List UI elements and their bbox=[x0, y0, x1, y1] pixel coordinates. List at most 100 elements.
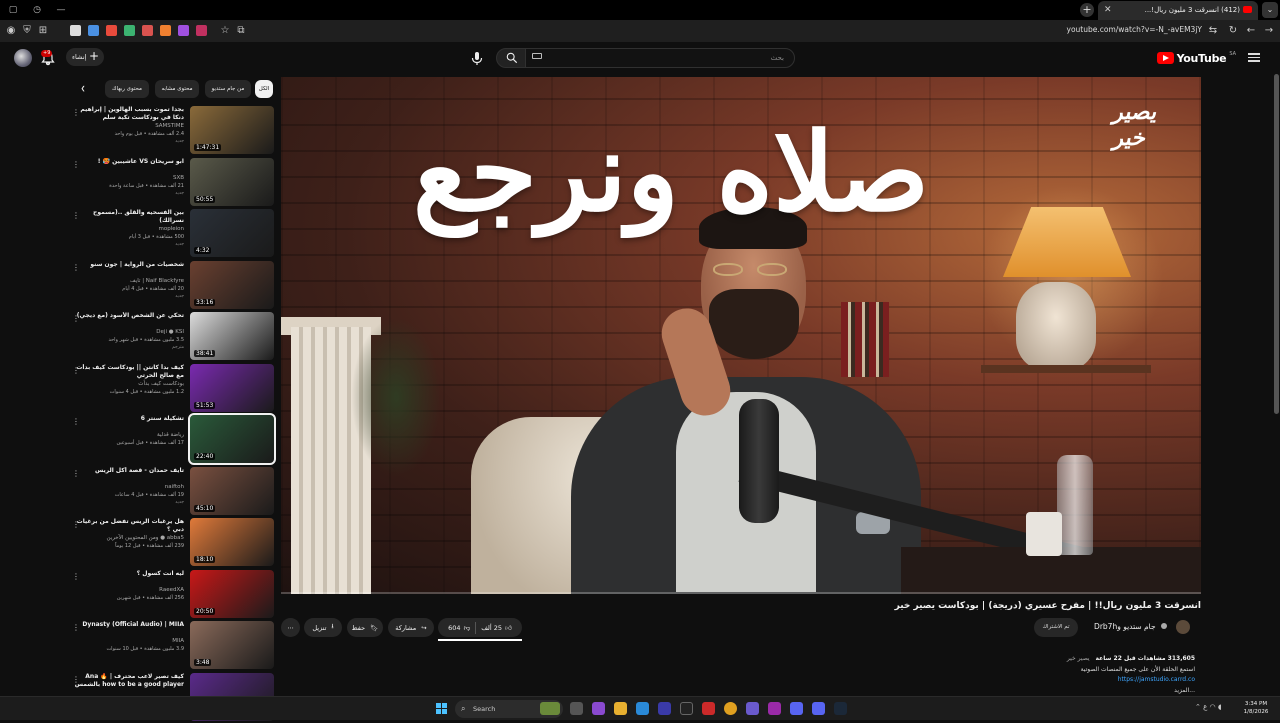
recommendation-item[interactable]: 3:48 Dynasty (Official Audio) | MIIA MII… bbox=[70, 621, 274, 671]
chrome-icon[interactable] bbox=[724, 702, 737, 715]
recommendation-thumbnail[interactable]: 4:32 bbox=[190, 209, 274, 257]
recommendation-title[interactable]: بجدا تموت بسبب الهالوين | إبراهيم دنكا ف… bbox=[74, 106, 184, 122]
app-icon-1[interactable] bbox=[680, 702, 693, 715]
description-tag[interactable]: يصير خير bbox=[1067, 655, 1090, 662]
recommendation-thumbnail[interactable]: 33:16 bbox=[190, 260, 274, 309]
app-icon-2[interactable] bbox=[702, 702, 715, 715]
recommendation-channel[interactable]: Naif Blackfyre | تايف bbox=[74, 278, 184, 284]
screenshot-icon[interactable]: ⧉ bbox=[234, 24, 248, 38]
kebab-menu-icon[interactable]: ⋮ bbox=[72, 623, 80, 633]
kebab-menu-icon[interactable]: ⋮ bbox=[72, 160, 80, 170]
create-button[interactable]: + إنشاء bbox=[66, 48, 104, 66]
profile-icon[interactable]: ◉ bbox=[4, 24, 18, 38]
tab-close-icon[interactable]: ✕ bbox=[1104, 5, 1112, 15]
shield-icon[interactable]: ⛨ bbox=[20, 24, 34, 38]
file-explorer-icon[interactable] bbox=[614, 702, 627, 715]
kebab-menu-icon[interactable]: ⋮ bbox=[72, 366, 80, 376]
extension-icon-7[interactable] bbox=[178, 25, 189, 36]
extension-icon-2[interactable] bbox=[88, 25, 99, 36]
recommendation-item[interactable]: 51:53 كيف بدأ كانتن || بودكاست كيف بدأت … bbox=[70, 363, 274, 414]
more-actions-button[interactable]: ⋯ bbox=[281, 618, 300, 637]
star-icon[interactable]: ☆ bbox=[218, 24, 232, 38]
chip-related[interactable]: محتوى مشابه bbox=[155, 80, 199, 98]
recommendation-channel[interactable]: Deji ● KSI bbox=[74, 329, 184, 335]
microphone-icon[interactable] bbox=[467, 48, 487, 68]
tab-list-chevron-icon[interactable]: ⌄ bbox=[1262, 2, 1278, 18]
hamburger-menu-icon[interactable] bbox=[1248, 51, 1260, 63]
recommendation-item[interactable]: 20:50 ليه انت كسول ؟ RaeedXA 256 ألف مشا… bbox=[70, 569, 274, 620]
description-box[interactable]: 313,605 مشاهدات قبل 22 ساعة يصير خير است… bbox=[895, 654, 1195, 696]
kebab-menu-icon[interactable]: ⋮ bbox=[72, 469, 80, 479]
channel-name[interactable]: جام ستديو وDrb7h bbox=[1094, 622, 1167, 631]
kebab-menu-icon[interactable]: ⋮ bbox=[72, 263, 80, 273]
forward-icon[interactable]: → bbox=[1262, 24, 1276, 38]
recommendation-thumbnail[interactable]: 45:10 bbox=[190, 466, 274, 515]
description-link[interactable]: https://jamstudio.carrd.co bbox=[895, 675, 1195, 686]
video-player[interactable]: صلاه ونرجع يصير خير bbox=[281, 77, 1201, 594]
recommendation-title[interactable]: ليه انت كسول ؟ bbox=[74, 570, 184, 578]
recommendation-item[interactable]: 33:16 شخصيات من الرواية | جون سنو Naif B… bbox=[70, 260, 274, 311]
channel-avatar[interactable] bbox=[1176, 620, 1190, 634]
recommendation-title[interactable]: تحكي عن الشخص الأسود (مع ديجي) bbox=[74, 312, 184, 320]
extension-icon-6[interactable] bbox=[160, 25, 171, 36]
discord-icon[interactable] bbox=[790, 702, 803, 715]
edge-icon[interactable] bbox=[636, 702, 649, 715]
recommendation-item[interactable]: 45:10 تايف حمدان - قصة أكل الريس naiftoh… bbox=[70, 466, 274, 517]
recommendation-thumbnail[interactable]: 50:55 bbox=[190, 157, 274, 206]
recommendation-item[interactable]: 1:47:31 بجدا تموت بسبب الهالوين | إبراهي… bbox=[70, 106, 274, 156]
tab-mini-1[interactable]: ▢ bbox=[2, 2, 24, 18]
recommendation-title[interactable]: شخصيات من الرواية | جون سنو bbox=[74, 261, 184, 269]
kebab-menu-icon[interactable]: ⋮ bbox=[72, 417, 80, 427]
kebab-menu-icon[interactable]: ⋮ bbox=[72, 520, 80, 530]
url-text[interactable]: youtube.com/watch?v=-N_-avEM3jY bbox=[1067, 25, 1202, 34]
recommendation-channel[interactable]: SXB bbox=[74, 175, 184, 181]
chip-from-channel[interactable]: من جام ستديو bbox=[205, 80, 251, 98]
recommendation-thumbnail[interactable]: 20:50 bbox=[190, 569, 274, 618]
recommendation-title[interactable]: بين الفسحيه والقلق ..(مسموح نسرالك) bbox=[74, 209, 184, 225]
new-tab-button[interactable]: + bbox=[1080, 3, 1094, 17]
kebab-menu-icon[interactable]: ⋮ bbox=[72, 572, 80, 582]
recommendation-thumbnail[interactable]: 18:10 bbox=[190, 518, 274, 566]
dislike-button[interactable]: 👎︎ 604 bbox=[448, 624, 470, 632]
recommendation-channel[interactable]: RaeedXA bbox=[74, 587, 184, 593]
channel-watermark-logo[interactable]: يصير خير bbox=[1087, 99, 1178, 151]
extension-icon-4[interactable] bbox=[124, 25, 135, 36]
recommendation-item[interactable]: 38:41 تحكي عن الشخص الأسود (مع ديجي) Dej… bbox=[70, 312, 274, 362]
recommendation-channel[interactable]: MIIA bbox=[74, 638, 184, 644]
description-more[interactable]: ...المزيد bbox=[895, 686, 1195, 697]
kebab-menu-icon[interactable]: ⋮ bbox=[72, 108, 80, 118]
recommendation-title[interactable]: Dynasty (Official Audio) | MIIA bbox=[74, 621, 184, 629]
tab-mini-3[interactable]: — bbox=[50, 2, 72, 18]
recommendation-title[interactable]: ابو سريحان VS عاشيبين 🥵 ! bbox=[74, 158, 184, 166]
system-tray[interactable]: ⌃ ع ◠ ◖ bbox=[1195, 703, 1222, 711]
steam-icon[interactable] bbox=[834, 702, 847, 715]
recommendation-title[interactable]: هل يرغبات الريس تفضل من برغيات دبي ؟ bbox=[74, 518, 184, 534]
save-button[interactable]: 🔖︎ حفظ bbox=[347, 618, 383, 637]
back-icon[interactable]: ← bbox=[1244, 24, 1258, 38]
taskbar-widget-icon[interactable] bbox=[540, 702, 560, 715]
discord-icon-2[interactable] bbox=[812, 702, 825, 715]
kebab-menu-icon[interactable]: ⋮ bbox=[72, 675, 80, 685]
reload-icon[interactable]: ↻ bbox=[1226, 24, 1240, 38]
extension-icon-5[interactable] bbox=[142, 25, 153, 36]
recommendation-thumbnail[interactable]: 3:48 bbox=[190, 621, 274, 669]
page-scrollbar[interactable] bbox=[1274, 74, 1279, 414]
recommendation-channel[interactable]: abba5 ● ومن المحتويين الآخرين bbox=[74, 535, 184, 541]
chip-all[interactable]: الكل bbox=[255, 80, 273, 98]
app-icon-3[interactable] bbox=[746, 702, 759, 715]
kebab-menu-icon[interactable]: ⋮ bbox=[72, 211, 80, 221]
recommendation-channel[interactable]: naiftoh bbox=[74, 484, 184, 490]
store-icon[interactable] bbox=[658, 702, 671, 715]
recommendation-thumbnail[interactable]: 51:53 bbox=[190, 363, 274, 412]
recommendation-channel[interactable]: mopleion bbox=[74, 226, 184, 232]
recommendation-title[interactable]: تشكيلة سنتر 6 bbox=[74, 415, 184, 423]
recommendation-title[interactable]: تايف حمدان - قصة أكل الريس bbox=[74, 467, 184, 475]
extension-icon-3[interactable] bbox=[106, 25, 117, 36]
extension-icon-8[interactable] bbox=[196, 25, 207, 36]
recommendation-title[interactable]: كيف بدأ كانتن || بودكاست كيف بدأت مع صال… bbox=[74, 364, 184, 380]
share-button[interactable]: ↪ مشاركة bbox=[388, 618, 434, 637]
youtube-logo[interactable]: YouTube SA bbox=[1156, 51, 1236, 65]
recommendation-channel[interactable]: بودكاست كيف بدأت bbox=[74, 381, 184, 387]
taskbar-clock[interactable]: 3:34 PM 1/8/2026 bbox=[1238, 700, 1274, 716]
recommendation-item[interactable]: 22:40 تشكيلة سنتر 6 رياضة قدلية 17 ألف م… bbox=[70, 413, 276, 465]
